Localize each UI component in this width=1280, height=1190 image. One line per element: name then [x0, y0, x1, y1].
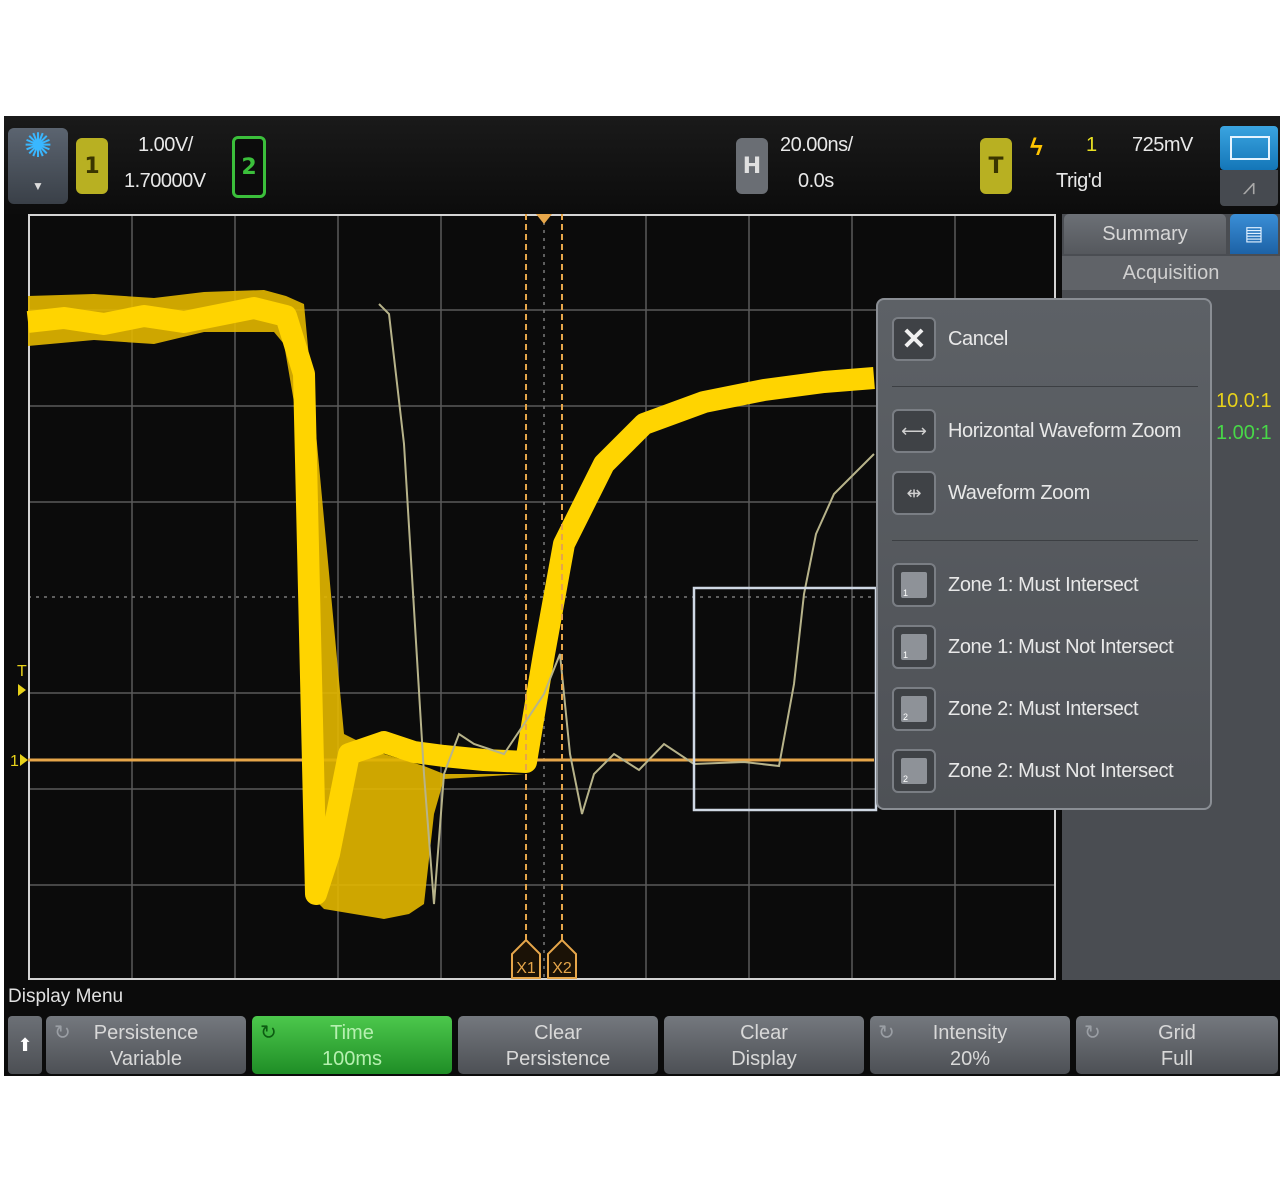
- waveform-mode-button[interactable]: ⩘: [1220, 170, 1278, 206]
- svg-text:T: T: [17, 663, 27, 680]
- ground-marker[interactable]: 1: [10, 753, 28, 770]
- softkey-label: Grid: [1158, 1022, 1196, 1044]
- svg-text:1: 1: [10, 753, 19, 770]
- softkey-value: Full: [1160, 1048, 1194, 1070]
- zone1-icon: 1: [892, 563, 936, 607]
- menu-item-label: Zone 2: Must Intersect: [948, 697, 1139, 720]
- trigger-level: 725mV: [1132, 134, 1193, 156]
- waveform-icon: ⩘: [1242, 174, 1256, 199]
- agilent-spark-icon: ✺: [23, 127, 53, 165]
- arrow-up-icon: ⬆: [17, 1035, 33, 1055]
- softkey-persistence[interactable]: ↻ Persistence Variable: [46, 1016, 246, 1074]
- main-menu-button[interactable]: ✺ ▼: [8, 128, 68, 204]
- softkey-label: Intensity: [932, 1022, 1008, 1044]
- softkey-grid[interactable]: ↻ Grid Full: [1076, 1016, 1278, 1074]
- softkey-clear-display[interactable]: Clear Display: [664, 1016, 864, 1074]
- menu-item-label: Zone 1: Must Not Intersect: [948, 635, 1174, 658]
- menu-item-zone2-must-not-intersect[interactable]: 2 Zone 2: Must Not Intersect: [892, 746, 1202, 796]
- sidebar-acquisition[interactable]: Acquisition: [1062, 256, 1280, 290]
- menu-item-waveform-zoom[interactable]: ⇹ Waveform Zoom: [892, 468, 1202, 518]
- persistence-envelope: [28, 290, 529, 919]
- chevron-down-icon: ▼: [32, 179, 44, 193]
- softkey-bar: ⬆ ↻ Persistence Variable ↻ Time 100ms Cl…: [4, 1014, 1280, 1076]
- screen-mode-button[interactable]: [1220, 126, 1278, 170]
- context-menu: ✕ Cancel ⟷ Horizontal Waveform Zoom ⇹ Wa…: [876, 298, 1212, 810]
- oscilloscope-screen: ✺ ▼ 1 1.00V/ 1.70000V 2 H 20.00ns/ 0.0s …: [4, 116, 1280, 1076]
- probe-ratio-channel2: 1.00:1: [1216, 422, 1272, 444]
- softkey-label: Persistence: [93, 1022, 199, 1044]
- softkey-intensity[interactable]: ↻ Intensity 20%: [870, 1016, 1070, 1074]
- menu-item-label: Cancel: [948, 327, 1008, 350]
- trigger-status: Trig'd: [1056, 170, 1102, 192]
- softkey-value: Persistence: [505, 1048, 611, 1070]
- time-delay: 0.0s: [798, 170, 834, 192]
- trigger-badge[interactable]: T: [980, 138, 1012, 194]
- softkey-value: Display: [731, 1048, 797, 1070]
- softkey-time[interactable]: ↻ Time 100ms: [252, 1016, 452, 1074]
- menu-item-horizontal-zoom[interactable]: ⟷ Horizontal Waveform Zoom: [892, 406, 1202, 456]
- knob-icon: ↻: [1084, 1022, 1101, 1044]
- waveform-zoom-icon: ⇹: [892, 471, 936, 515]
- channel2-badge[interactable]: 2: [232, 136, 266, 198]
- cursor-x2-label: X2: [552, 960, 572, 977]
- menu-item-label: Waveform Zoom: [948, 481, 1090, 504]
- menu-item-label: Zone 2: Must Not Intersect: [948, 759, 1174, 782]
- menu-item-zone2-must-intersect[interactable]: 2 Zone 2: Must Intersect: [892, 684, 1202, 734]
- probe-ratio-channel1: 10.0:1: [1216, 390, 1272, 412]
- status-bar: ✺ ▼ 1 1.00V/ 1.70000V 2 H 20.00ns/ 0.0s …: [4, 116, 1280, 214]
- menu-item-zone1-must-intersect[interactable]: 1 Zone 1: Must Intersect: [892, 560, 1202, 610]
- knob-icon: ↻: [878, 1022, 895, 1044]
- zone1-icon: 1: [892, 625, 936, 669]
- channel1-badge[interactable]: 1: [76, 138, 108, 194]
- knob-icon: ↻: [54, 1022, 71, 1044]
- zone-selection-box[interactable]: [692, 586, 878, 812]
- menu-item-label: Zone 1: Must Intersect: [948, 573, 1139, 596]
- knob-icon: ↻: [260, 1022, 277, 1044]
- softkey-label: Time: [330, 1022, 374, 1044]
- menu-item-zone1-must-not-intersect[interactable]: 1 Zone 1: Must Not Intersect: [892, 622, 1202, 672]
- softkey-value: Variable: [110, 1048, 182, 1070]
- document-icon: ▤: [1244, 223, 1264, 245]
- trigger-level-marker[interactable]: T: [17, 663, 27, 696]
- channel1-scale: 1.00V/: [138, 134, 193, 156]
- softkey-value: 100ms: [321, 1048, 383, 1070]
- softkey-value: 20%: [949, 1048, 991, 1070]
- channel1-offset: 1.70000V: [124, 170, 206, 192]
- trigger-source: 1: [1086, 134, 1098, 156]
- menu-title: Display Menu: [8, 986, 124, 1007]
- menu-item-label: Horizontal Waveform Zoom: [948, 419, 1182, 442]
- zone2-icon: 2: [892, 687, 936, 731]
- tab-summary[interactable]: Summary: [1064, 214, 1226, 254]
- close-icon: ✕: [892, 317, 936, 361]
- softkey-label: Clear: [534, 1022, 582, 1044]
- horizontal-badge[interactable]: H: [736, 138, 768, 194]
- time-scale: 20.00ns/: [780, 134, 853, 156]
- softkey-clear-persistence[interactable]: Clear Persistence: [458, 1016, 658, 1074]
- menu-item-cancel[interactable]: ✕ Cancel: [892, 314, 1202, 364]
- zone2-icon: 2: [892, 749, 936, 793]
- trigger-position-marker: [536, 214, 552, 224]
- channel1-waveform: [26, 297, 875, 905]
- back-button[interactable]: ⬆: [8, 1016, 42, 1074]
- cursor-x1-label: X1: [516, 960, 536, 977]
- horizontal-zoom-icon: ⟷: [892, 409, 936, 453]
- trigger-edge-icon: ϟ: [1030, 134, 1043, 161]
- sidebar-menu-button[interactable]: ▤: [1230, 214, 1278, 254]
- softkey-label: Clear: [740, 1022, 788, 1044]
- cursor-x1[interactable]: X1: [511, 214, 541, 979]
- window-icon: [1230, 136, 1270, 160]
